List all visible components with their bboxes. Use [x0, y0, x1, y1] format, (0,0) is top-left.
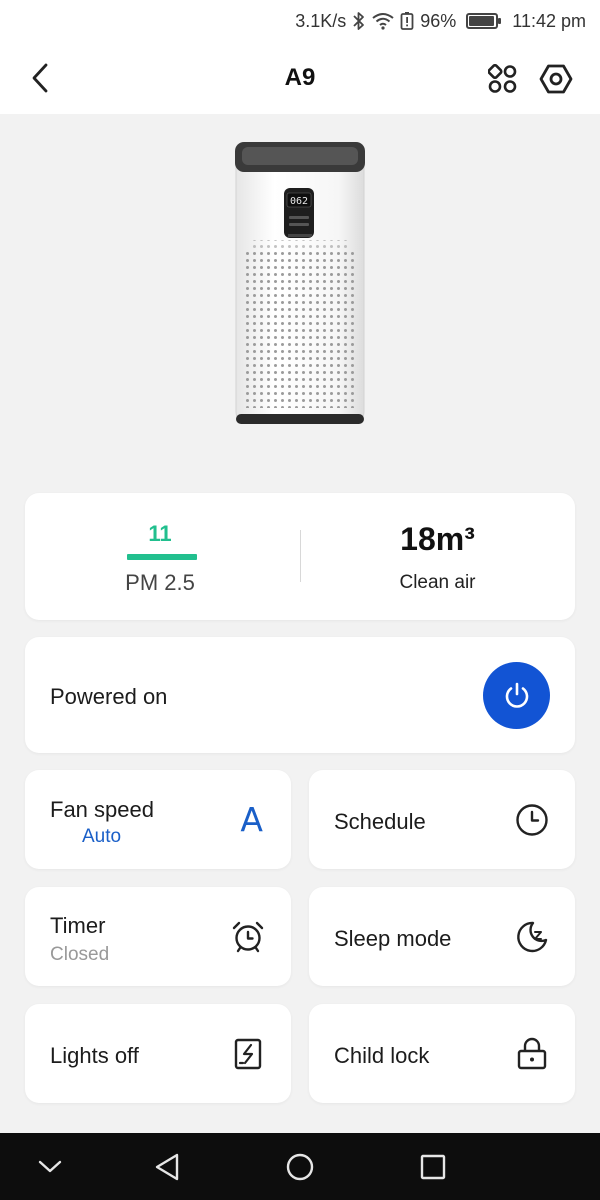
- system-nav-bar: [0, 1133, 600, 1200]
- recents-square-icon: [420, 1154, 446, 1180]
- status-bar: 3.1K/s 96% 11:42 pm: [0, 0, 600, 42]
- lights-off-label: Lights off: [50, 1043, 139, 1068]
- air-quality-card: 11 PM 2.5 18m³ Clean air: [25, 493, 575, 620]
- clean-air-label: Clean air: [399, 572, 476, 593]
- wifi-icon: [372, 13, 394, 30]
- light-panel-icon: [231, 1037, 265, 1071]
- back-button[interactable]: [22, 58, 58, 98]
- collapse-icon: [38, 1160, 62, 1173]
- sleep-mode-tile[interactable]: Sleep mode: [309, 887, 575, 986]
- lights-off-tile[interactable]: Lights off: [25, 1004, 291, 1103]
- network-speed: 3.1K/s: [295, 10, 347, 31]
- collapse-button[interactable]: [33, 1150, 67, 1184]
- timer-tile[interactable]: Timer Closed: [25, 887, 291, 986]
- pm25-indicator-bar: [127, 554, 197, 560]
- nav-home-button[interactable]: [283, 1150, 317, 1184]
- apps-button[interactable]: [484, 60, 522, 98]
- fan-speed-value: Auto: [82, 826, 122, 847]
- battery-alert-icon: [400, 12, 414, 30]
- device-display-reading: 062: [290, 196, 308, 207]
- air-purifier-image: 062: [235, 142, 365, 424]
- home-circle-icon: [286, 1153, 314, 1181]
- child-lock-tile[interactable]: Child lock: [309, 1004, 575, 1103]
- power-icon: [505, 682, 528, 708]
- clock-icon: [515, 803, 549, 837]
- moon-icon: [515, 920, 549, 954]
- stat-divider: [300, 530, 301, 582]
- back-triangle-icon: [155, 1153, 179, 1181]
- fan-speed-label: Fan speed: [50, 797, 154, 822]
- fan-speed-tile[interactable]: Fan speed Auto A: [25, 770, 291, 869]
- settings-button[interactable]: [537, 60, 575, 98]
- timer-label: Timer: [50, 913, 106, 938]
- clock-time: 11:42 pm: [512, 10, 586, 31]
- app-bar: A9: [0, 42, 600, 114]
- clean-air-value: 18m³: [400, 521, 475, 557]
- pm25-value: 11: [148, 521, 172, 546]
- power-card[interactable]: Powered on: [25, 637, 575, 753]
- back-icon: [32, 63, 48, 93]
- fan-auto-icon: A: [240, 800, 263, 839]
- pm25-label: PM 2.5: [125, 570, 195, 595]
- clean-air-stat: 18m³ Clean air: [355, 493, 520, 620]
- battery-fill: [469, 16, 495, 26]
- apps-icon: [488, 64, 517, 93]
- child-lock-label: Child lock: [334, 1043, 430, 1068]
- nav-back-button[interactable]: [150, 1150, 184, 1184]
- schedule-label: Schedule: [334, 809, 426, 834]
- battery-percent: 96%: [420, 10, 457, 31]
- pm25-stat: 11 PM 2.5: [85, 493, 235, 620]
- alarm-clock-icon: [231, 920, 265, 954]
- schedule-tile[interactable]: Schedule: [309, 770, 575, 869]
- bluetooth-icon: [353, 12, 365, 30]
- battery-icon: [466, 13, 502, 29]
- power-status-label: Powered on: [50, 684, 168, 709]
- power-button[interactable]: [483, 662, 550, 729]
- nav-recents-button[interactable]: [416, 1150, 450, 1184]
- settings-icon: [539, 64, 573, 94]
- timer-value: Closed: [50, 944, 110, 965]
- lock-icon: [515, 1037, 549, 1071]
- sleep-mode-label: Sleep mode: [334, 926, 452, 951]
